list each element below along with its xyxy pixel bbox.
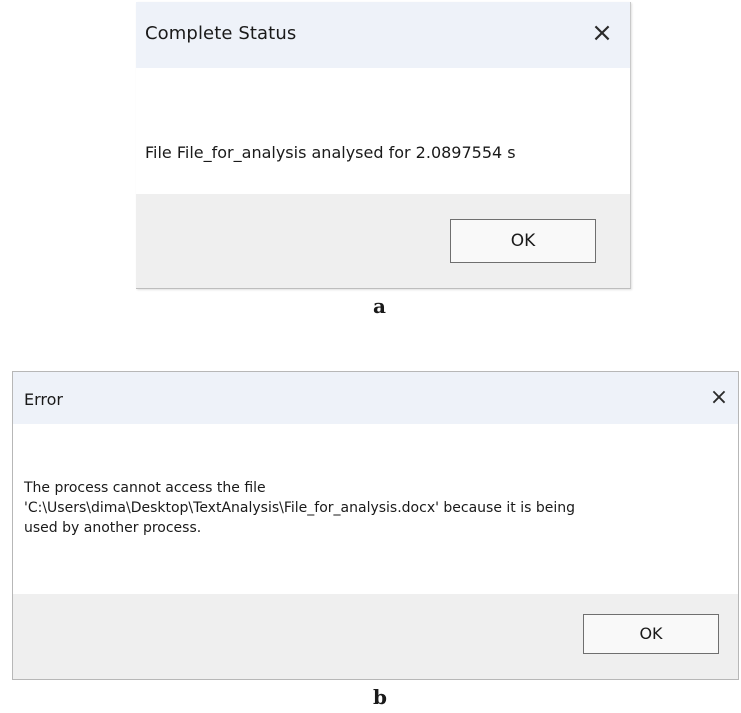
ok-button[interactable]: OK [583,614,719,654]
ok-button[interactable]: OK [450,219,596,263]
figure-caption-b: b [373,685,387,709]
dialog-footer: OK [13,594,738,679]
dialog-footer: OK [136,194,630,288]
dialog-message: File File_for_analysis analysed for 2.08… [145,143,516,162]
complete-status-dialog: Complete Status × File File_for_analysis… [136,2,631,289]
close-icon[interactable]: × [708,384,730,412]
dialog-titlebar: Complete Status × [136,2,630,68]
error-message-line: used by another process. [24,520,202,536]
close-icon[interactable]: × [591,18,613,48]
error-message: The process cannot access the file 'C:\U… [24,478,724,538]
error-message-line: 'C:\Users\dima\Desktop\TextAnalysis\File… [24,500,576,516]
figure-caption-a: a [373,294,386,318]
dialog-title: Error [24,390,63,409]
error-message-line: The process cannot access the file [24,480,266,496]
dialog-title: Complete Status [145,23,297,44]
dialog-titlebar: Error × [13,372,738,424]
error-dialog: Error × The process cannot access the fi… [12,371,739,680]
